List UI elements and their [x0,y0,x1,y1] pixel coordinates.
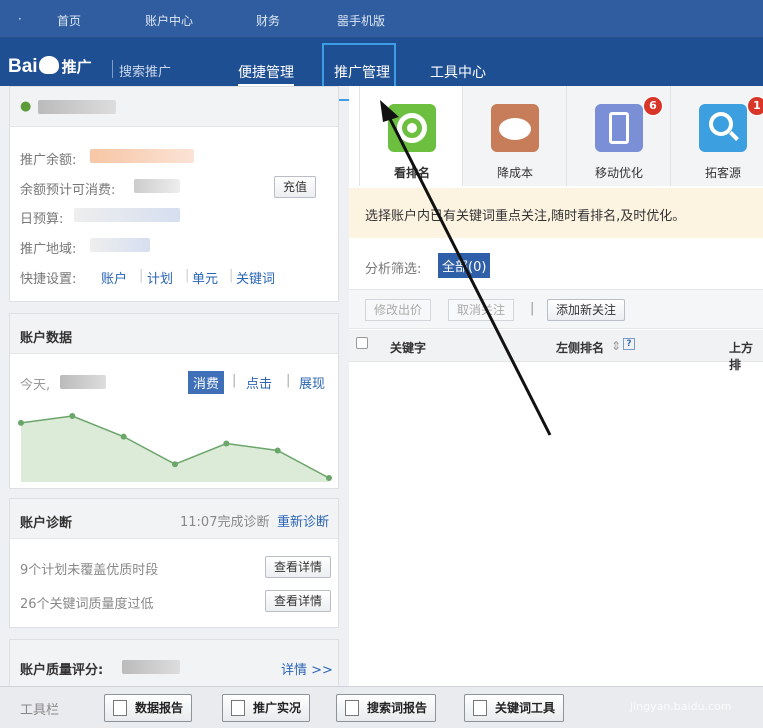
keyword-tool-icon [473,700,487,716]
keyword-tool-label: 关键词工具 [495,701,556,715]
search-report-icon [345,700,359,716]
keyword-tool-button[interactable]: 关键词工具 [464,694,565,722]
search-term-report-label: 搜索词报告 [367,701,428,715]
data-report-button[interactable]: 数据报告 [104,694,193,722]
annotation-arrow [380,100,552,436]
report-icon [113,700,127,716]
baidu-jingyan-watermark: Baidu经验 [588,645,713,675]
toolbar-label: 工具栏 [20,703,60,718]
live-promotion-label: 推广实况 [253,701,302,715]
search-term-report-button[interactable]: 搜索词报告 [336,694,437,722]
watermark-url: jingyan.baidu.com [630,700,732,713]
live-icon [231,700,245,716]
live-promotion-button[interactable]: 推广实况 [222,694,311,722]
data-report-label: 数据报告 [135,701,184,715]
